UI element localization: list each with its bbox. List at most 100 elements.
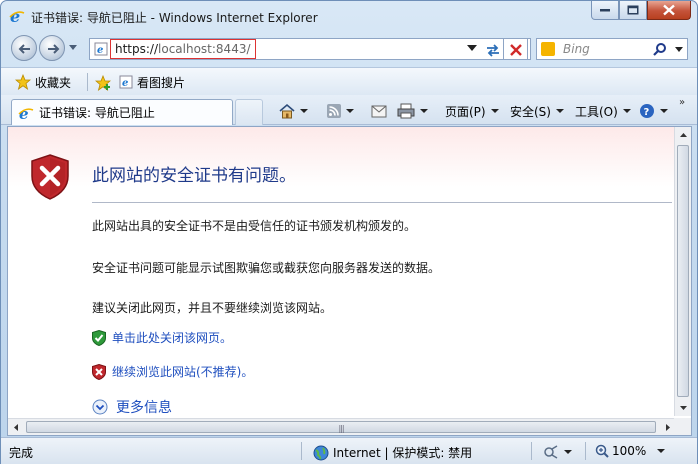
page-ie-icon: e (94, 42, 108, 56)
forward-button[interactable] (39, 35, 65, 61)
favorites-divider (87, 73, 88, 91)
url-host: localhost:8443/ (158, 42, 251, 56)
tools-menu-label: 工具(O) (575, 104, 618, 119)
close-page-link[interactable]: 单击此处关闭该网页。 (112, 329, 232, 346)
scroll-left-icon[interactable] (8, 419, 25, 436)
safety-dropdown-icon (555, 109, 564, 113)
minimize-button[interactable] (591, 1, 619, 20)
vertical-scroll-thumb[interactable] (677, 145, 689, 397)
address-url[interactable]: https://localhost:8443/ (110, 39, 256, 59)
horizontal-scroll-thumb[interactable]: ||| (26, 421, 656, 433)
new-tab-button[interactable] (235, 99, 263, 125)
page-content: 此网站的安全证书有问题。 此网站出具的安全证书不是由受信任的证书颁发机构颁发的。… (7, 126, 692, 436)
favorites-button[interactable]: 收藏夹 (15, 72, 71, 92)
search-dropdown-icon[interactable] (675, 47, 683, 52)
green-shield-check-icon (92, 329, 106, 346)
safety-menu-label: 安全(S) (510, 104, 551, 119)
close-window-button[interactable] (647, 1, 691, 20)
search-placeholder: Bing (563, 42, 590, 56)
bing-icon (541, 42, 555, 56)
tools-dropdown-icon (622, 109, 631, 113)
stop-button[interactable] (504, 38, 528, 60)
favorite-link-label: 看图搜片 (137, 75, 186, 90)
status-tools-dropdown-icon (564, 450, 572, 454)
expand-chevron-icon[interactable] (92, 399, 108, 415)
ie-window: e 证书错误: 导航已阻止 - Windows Internet Explore… (0, 0, 698, 464)
error-heading: 此网站的安全证书有问题。 (92, 166, 296, 186)
stop-icon (510, 44, 522, 56)
minimize-icon (600, 9, 610, 12)
search-box[interactable]: Bing (536, 38, 688, 60)
close-icon (663, 4, 675, 16)
window-controls (591, 1, 691, 21)
continue-link-row[interactable]: 继续浏览此网站(不推荐)。 (92, 363, 253, 380)
recent-pages-dropdown-icon[interactable] (69, 45, 77, 51)
recommendation-text: 建议关闭此网页，并且不要继续浏览该网站。 (92, 301, 333, 315)
tab-command-bar: e 证书错误: 导航已阻止 页面(P) 安全(S) 工具(O) ? » (1, 95, 697, 125)
globe-icon (313, 445, 329, 460)
add-favorite-icon[interactable] (95, 75, 111, 91)
scroll-down-icon[interactable] (675, 399, 692, 416)
status-text: 完成 (9, 446, 34, 460)
more-info-row[interactable]: 更多信息 (92, 397, 172, 417)
security-zone[interactable]: Internet | 保护模式: 禁用 (313, 444, 472, 461)
maximize-icon (627, 5, 639, 15)
mail-icon (371, 105, 387, 117)
home-button[interactable] (279, 101, 308, 121)
change-status-bar-button[interactable] (543, 444, 572, 460)
help-dropdown-icon[interactable] (660, 109, 668, 113)
feeds-button[interactable] (327, 101, 354, 121)
help-button[interactable]: ? (639, 101, 668, 121)
back-button[interactable] (11, 35, 37, 61)
security-shield-error-icon (31, 154, 69, 200)
home-dropdown-icon[interactable] (300, 109, 308, 113)
vertical-scrollbar[interactable] (674, 127, 691, 416)
tab-certificate-error[interactable]: e 证书错误: 导航已阻止 (11, 99, 233, 125)
read-mail-button[interactable] (371, 101, 387, 121)
forward-arrow-icon (48, 44, 60, 54)
favorites-star-icon (15, 74, 31, 90)
zoom-level: 100% (612, 444, 647, 458)
status-bar: 完成 Internet | 保护模式: 禁用 100% (1, 437, 697, 464)
zoom-control[interactable]: 100% (595, 444, 666, 458)
refresh-button[interactable] (482, 38, 504, 60)
more-info-link[interactable]: 更多信息 (116, 397, 172, 417)
favorites-bar: 收藏夹 e 看图搜片 (1, 67, 697, 95)
window-title: 证书错误: 导航已阻止 - Windows Internet Explorer (31, 11, 318, 25)
search-icon[interactable] (653, 42, 667, 56)
continue-to-website-link[interactable]: 继续浏览此网站(不推荐)。 (112, 363, 253, 380)
red-shield-x-icon (92, 363, 106, 380)
status-divider (301, 442, 302, 460)
close-page-link-row[interactable]: 单击此处关闭该网页。 (92, 329, 232, 346)
page-menu[interactable]: 页面(P) (445, 101, 499, 121)
tab-label: 证书错误: 导航已阻止 (39, 106, 155, 120)
ie-logo-icon: e (18, 105, 34, 121)
page-dropdown-icon (490, 109, 499, 113)
cert-warning-text: 安全证书问题可能显示试图欺骗您或截获您向服务器发送的数据。 (92, 261, 441, 275)
page-ie-icon: e (119, 75, 133, 89)
scroll-up-icon[interactable] (675, 127, 692, 144)
status-tools-icon (544, 445, 558, 459)
home-icon (279, 103, 295, 119)
feeds-dropdown-icon[interactable] (346, 109, 354, 113)
horizontal-scrollbar[interactable]: ||| (8, 418, 676, 435)
svg-text:e: e (97, 45, 103, 56)
tools-menu[interactable]: 工具(O) (575, 101, 631, 121)
svg-text:?: ? (644, 107, 650, 118)
status-divider (531, 442, 532, 460)
address-bar[interactable]: e https://localhost:8443/ (89, 38, 531, 60)
favorite-link-item[interactable]: e 看图搜片 (119, 72, 185, 92)
scroll-grip-icon: ||| (338, 424, 344, 433)
print-button[interactable] (397, 101, 428, 121)
ie-logo-icon: e (9, 8, 25, 24)
safety-menu[interactable]: 安全(S) (510, 101, 564, 121)
print-dropdown-icon[interactable] (420, 109, 428, 113)
page-menu-label: 页面(P) (445, 104, 486, 119)
navigation-bar: e https://localhost:8443/ Bing (1, 31, 697, 65)
address-dropdown-icon[interactable] (467, 45, 481, 67)
status-divider (585, 442, 586, 460)
url-prefix: https:// (115, 42, 159, 56)
help-icon: ? (640, 104, 654, 118)
toolbar-overflow-icon[interactable]: » (679, 97, 685, 108)
maximize-button[interactable] (619, 1, 647, 20)
